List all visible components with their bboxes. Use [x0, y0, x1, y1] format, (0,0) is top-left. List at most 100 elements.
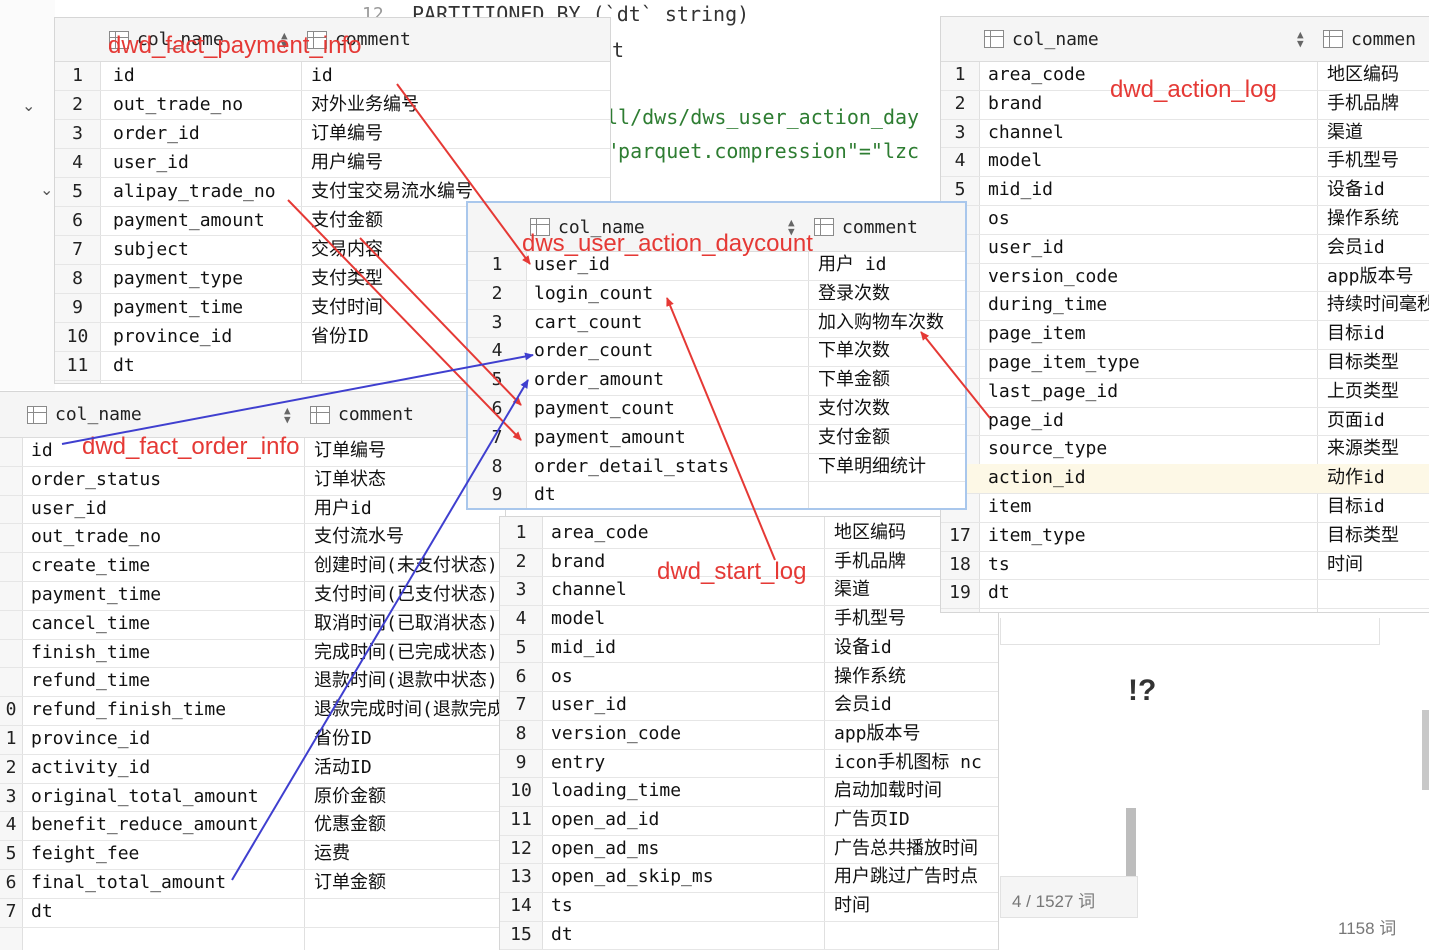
- comment-cell[interactable]: 交易内容: [311, 235, 383, 264]
- table-row-user-id[interactable]: user_id 用户id: [0, 495, 505, 525]
- col-name-cell[interactable]: login_count: [534, 280, 653, 309]
- col-name-cell[interactable]: refund_time: [31, 667, 150, 696]
- comment-cell[interactable]: 登录次数: [818, 280, 890, 309]
- comment-cell[interactable]: 会员id: [834, 691, 892, 720]
- comment-cell[interactable]: 渠道: [1327, 119, 1363, 148]
- col-name-cell[interactable]: action_id: [988, 464, 1086, 493]
- header-col-name[interactable]: col_name: [27, 392, 142, 437]
- table-row-original-total-amount[interactable]: 3 original_total_amount 原价金额: [0, 783, 505, 813]
- table-row-dt[interactable]: 19 dt: [941, 579, 1429, 610]
- comment-cell[interactable]: 手机型号: [834, 605, 906, 634]
- table-row-version-code[interactable]: version_code app版本号: [941, 263, 1429, 293]
- sort-icon[interactable]: ▲ ▼: [1297, 29, 1304, 49]
- comment-cell[interactable]: 用户id: [314, 495, 372, 524]
- col-name-cell[interactable]: model: [551, 605, 605, 634]
- comment-cell[interactable]: 取消时间(已取消状态): [314, 610, 498, 639]
- comment-cell[interactable]: 页面id: [1327, 407, 1385, 436]
- comment-cell[interactable]: 优惠金额: [314, 811, 386, 840]
- table-row-refund-finish-time[interactable]: 0 refund_finish_time 退款完成时间(退款完成: [0, 696, 505, 726]
- col-name-cell[interactable]: id: [31, 437, 53, 466]
- col-name-cell[interactable]: version_code: [988, 263, 1118, 292]
- col-name-cell[interactable]: final_total_amount: [31, 869, 226, 898]
- col-name-cell[interactable]: during_time: [988, 291, 1107, 320]
- table-row-dt[interactable]: 15 dt: [500, 921, 998, 950]
- window-scrollbar[interactable]: [1422, 710, 1429, 790]
- comment-cell[interactable]: 操作系统: [834, 663, 906, 692]
- table-row-payment-time[interactable]: payment_time 支付时间(已支付状态): [0, 581, 505, 611]
- comment-cell[interactable]: 手机品牌: [1327, 90, 1399, 119]
- table-row-order-status[interactable]: order_status 订单状态: [0, 466, 505, 496]
- table-row-feight-fee[interactable]: 5 feight_fee 运费: [0, 840, 505, 870]
- table-row-order-id[interactable]: 3 order_id 订单编号: [55, 119, 610, 149]
- col-name-cell[interactable]: area_code: [988, 61, 1086, 90]
- col-name-cell[interactable]: page_item_type: [988, 349, 1140, 378]
- comment-cell[interactable]: 下单次数: [818, 337, 890, 366]
- col-name-cell[interactable]: user_id: [113, 148, 189, 177]
- comment-cell[interactable]: 支付金额: [818, 424, 890, 453]
- col-name-cell[interactable]: payment_count: [534, 395, 675, 424]
- col-name-cell[interactable]: model: [988, 147, 1042, 176]
- col-name-cell[interactable]: dt: [988, 579, 1010, 608]
- comment-cell[interactable]: 时间: [834, 892, 870, 921]
- col-name-cell[interactable]: open_ad_skip_ms: [551, 863, 714, 892]
- col-name-cell[interactable]: os: [551, 663, 573, 692]
- table-row-activity-id[interactable]: 2 activity_id 活动ID: [0, 754, 505, 784]
- comment-cell[interactable]: id: [311, 61, 333, 90]
- table-row-order-count[interactable]: 4 order_count 下单次数: [468, 337, 965, 368]
- col-name-cell[interactable]: version_code: [551, 720, 681, 749]
- table-row-user-id[interactable]: 7 user_id 会员id: [500, 691, 998, 721]
- table-row-version-code[interactable]: 8 version_code app版本号: [500, 720, 998, 750]
- col-name-cell[interactable]: feight_fee: [31, 840, 139, 869]
- table-row-login-count[interactable]: 2 login_count 登录次数: [468, 280, 965, 310]
- table-row-dt[interactable]: 9 dt: [468, 481, 965, 508]
- col-name-cell[interactable]: open_ad_id: [551, 806, 659, 835]
- comment-cell[interactable]: 订单编号: [314, 437, 386, 466]
- table-row-channel[interactable]: 3 channel 渠道: [941, 119, 1429, 149]
- comment-cell[interactable]: 操作系统: [1327, 205, 1399, 234]
- comment-cell[interactable]: icon手机图标 nc: [834, 749, 982, 778]
- comment-cell[interactable]: 上页类型: [1327, 378, 1399, 407]
- col-name-cell[interactable]: cancel_time: [31, 610, 150, 639]
- comment-cell[interactable]: 广告页ID: [834, 806, 910, 835]
- comment-cell[interactable]: 持续时间毫秒: [1327, 291, 1429, 320]
- col-name-cell[interactable]: refund_finish_time: [31, 696, 226, 725]
- col-name-cell[interactable]: channel: [551, 576, 627, 605]
- header-comment[interactable]: comment: [814, 203, 918, 251]
- comment-cell[interactable]: 对外业务编号: [311, 90, 419, 119]
- col-name-cell[interactable]: payment_type: [113, 264, 243, 293]
- col-name-cell[interactable]: item_type: [988, 522, 1086, 551]
- sort-icon[interactable]: ▲ ▼: [284, 405, 291, 425]
- table-dwd-fact-order-info[interactable]: col_name ▲ ▼ comment id 订单编号 order_status 订单状态 u…: [0, 392, 505, 950]
- col-name-cell[interactable]: brand: [988, 90, 1042, 119]
- col-name-cell[interactable]: os: [988, 205, 1010, 234]
- col-name-cell[interactable]: area_code: [551, 519, 649, 548]
- comment-cell[interactable]: 省份ID: [311, 322, 369, 351]
- table-row-id[interactable]: 1 id id: [55, 61, 610, 91]
- table-row-area-code[interactable]: 1 area_code 地区编码: [500, 519, 998, 549]
- col-name-cell[interactable]: brand: [551, 548, 605, 577]
- col-name-cell[interactable]: payment_time: [31, 581, 161, 610]
- col-name-cell[interactable]: id: [113, 61, 135, 90]
- table-row-create-time[interactable]: create_time 创建时间(未支付状态): [0, 552, 505, 582]
- comment-cell[interactable]: 运费: [314, 840, 350, 869]
- col-name-cell[interactable]: ts: [551, 892, 573, 921]
- col-name-cell[interactable]: item: [988, 493, 1031, 522]
- col-name-cell[interactable]: order_detail_stats: [534, 453, 729, 482]
- comment-cell[interactable]: 订单状态: [314, 466, 386, 495]
- comment-cell[interactable]: 来源类型: [1327, 435, 1399, 464]
- col-name-cell[interactable]: channel: [988, 119, 1064, 148]
- col-name-cell[interactable]: entry: [551, 749, 605, 778]
- header-col-name[interactable]: col_name: [984, 17, 1099, 61]
- table-row-payment-amount[interactable]: 7 payment_amount 支付金额: [468, 424, 965, 454]
- comment-cell[interactable]: 设备id: [1327, 176, 1385, 205]
- comment-cell[interactable]: 启动加载时间: [834, 777, 942, 806]
- col-name-cell[interactable]: benefit_reduce_amount: [31, 811, 259, 840]
- table-row-open-ad-ms[interactable]: 12 open_ad_ms 广告总共播放时间: [500, 835, 998, 865]
- table-row-out-trade-no[interactable]: 2 out_trade_no 对外业务编号: [55, 90, 610, 120]
- table-row-entry[interactable]: 9 entry icon手机图标 nc: [500, 749, 998, 779]
- comment-cell[interactable]: 完成时间(已完成状态): [314, 639, 498, 668]
- table-row-province-id[interactable]: 1 province_id 省份ID: [0, 725, 505, 755]
- col-name-cell[interactable]: loading_time: [551, 777, 681, 806]
- comment-cell[interactable]: 用户跳过广告时点: [834, 863, 978, 892]
- comment-cell[interactable]: 创建时间(未支付状态): [314, 552, 498, 581]
